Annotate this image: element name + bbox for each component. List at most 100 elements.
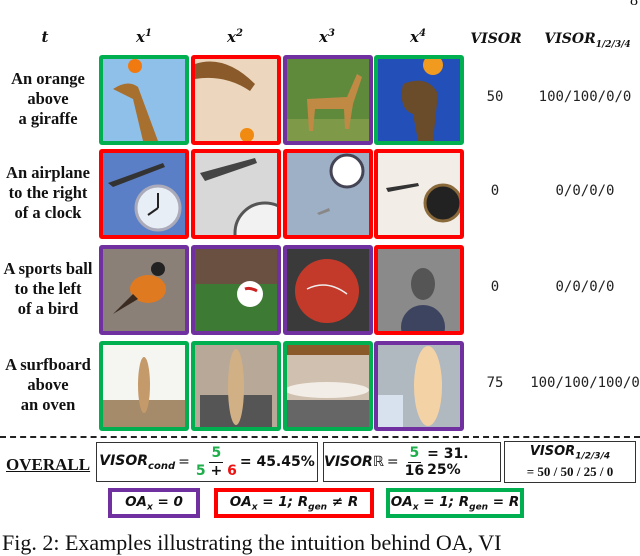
image-thumbnail bbox=[378, 59, 460, 141]
visor-r-result: = 31. 25% bbox=[427, 446, 469, 478]
row-prompt-line: above bbox=[27, 375, 69, 394]
visor-r-denominator: 16 bbox=[404, 462, 425, 479]
row-prompt-line: an oven bbox=[20, 395, 76, 414]
generated-image-clock-on-wall-small-plane bbox=[283, 149, 373, 239]
visor-r-box: VISOR ℝ = 5 16 = 31. 25% bbox=[323, 442, 501, 482]
visor-1234-lhs-base: VISOR bbox=[529, 443, 576, 459]
image-thumbnail bbox=[287, 153, 369, 235]
legend-item-green: OAx = 1; Rgen = R bbox=[386, 488, 524, 518]
legend-eq: = 1; R bbox=[257, 493, 309, 510]
row-prompt-line: to the right bbox=[8, 183, 88, 202]
visor-1234-score: 100/100/0/0 bbox=[538, 89, 632, 105]
visor-cond-numerator: 5 bbox=[209, 444, 224, 463]
generated-image-surfboard-over-oven-horizontal bbox=[283, 341, 373, 431]
header-x2: x2 bbox=[190, 28, 280, 46]
visor-score: 0 bbox=[490, 279, 500, 295]
visor-1234-score: 0/0/0/0 bbox=[555, 279, 615, 295]
visor-1234-score: 0/0/0/0 bbox=[555, 183, 615, 199]
generated-image-red-ball bbox=[283, 245, 373, 335]
legend-oa: OA bbox=[229, 493, 252, 510]
header-x1: x1 bbox=[99, 28, 189, 46]
header-x3: x3 bbox=[282, 28, 372, 46]
row-prompt-line: above bbox=[27, 89, 69, 108]
generated-image-airplane-above-clock bbox=[99, 149, 189, 239]
visor-r-eq: = bbox=[386, 454, 399, 470]
page-number: 8 bbox=[630, 0, 638, 9]
row-prompt-line: to the left bbox=[14, 279, 82, 298]
row-prompt-line: A surfboard bbox=[5, 355, 91, 374]
row-prompt: A sports ball to the left of a bird bbox=[2, 259, 94, 319]
visor-1234-lhs-sub: 1/2/3/4 bbox=[575, 451, 611, 462]
generated-image-surfboard-above-oven bbox=[191, 341, 281, 431]
header-visor-1234-sub: 1/2/3/4 bbox=[595, 39, 631, 50]
generated-image-surfboard-in-kitchen bbox=[99, 341, 189, 431]
header-visor: VISOR bbox=[465, 31, 527, 47]
visor-r-fraction: 5 16 bbox=[405, 445, 424, 480]
image-thumbnail bbox=[195, 249, 277, 331]
header-x4-sup: 4 bbox=[418, 28, 426, 39]
header-x2-sup: 2 bbox=[235, 28, 243, 39]
visor-cond-eq: = bbox=[178, 454, 190, 470]
header-x4: x4 bbox=[373, 28, 463, 46]
image-thumbnail bbox=[378, 345, 460, 427]
header-x1-sup: 1 bbox=[144, 28, 152, 39]
image-thumbnail bbox=[103, 153, 185, 235]
visor-cond-lhs-base: VISOR bbox=[99, 452, 149, 469]
generated-image-giraffe-on-grass bbox=[283, 55, 373, 145]
legend-item-red: OAx = 1; Rgen ≠ R bbox=[214, 488, 374, 518]
visor-cond-fraction: 5 5 + 6 bbox=[196, 445, 237, 480]
image-thumbnail bbox=[287, 59, 369, 141]
legend-text: OAx = 1; Rgen ≠ R bbox=[230, 494, 358, 513]
generated-image-bird-on-ground bbox=[99, 245, 189, 335]
overall-label: OVERALL bbox=[6, 455, 91, 474]
generated-image-surfboard-against-wall bbox=[374, 341, 464, 431]
generated-image-soccer-ball-on-grass bbox=[191, 245, 281, 335]
visor-cond-lhs: VISORcond bbox=[99, 453, 175, 472]
legend-r-sub: gen bbox=[469, 502, 489, 513]
visor-score: 75 bbox=[486, 375, 504, 391]
image-thumbnail bbox=[195, 59, 277, 141]
dashed-divider bbox=[0, 436, 640, 438]
row-prompt-line: An orange bbox=[11, 69, 85, 88]
row-prompt: An orange above a giraffe bbox=[2, 69, 94, 129]
legend-oa: OA bbox=[125, 493, 147, 510]
generated-image-airplane-left-of-clock bbox=[374, 149, 464, 239]
image-thumbnail bbox=[287, 345, 369, 427]
visor-1234-box: VISOR1/2/3/4 = 50 / 50 / 25 / 0 bbox=[504, 441, 636, 483]
header-x3-base: x bbox=[319, 28, 328, 46]
header-x3-sup: 3 bbox=[327, 28, 335, 39]
visor-1234-result: = 50 / 50 / 25 / 0 bbox=[526, 464, 614, 480]
image-thumbnail bbox=[378, 153, 460, 235]
generated-image-giraffe-head-with-orange bbox=[374, 55, 464, 145]
figure-caption: Fig. 2: Examples illustrating the intuit… bbox=[2, 530, 502, 555]
generated-image-bird-on-ball bbox=[374, 245, 464, 335]
legend-eq: = 0 bbox=[152, 493, 183, 510]
image-thumbnail bbox=[103, 59, 185, 141]
header-x1-base: x bbox=[136, 28, 145, 46]
visor-cond-den-b: 6 bbox=[227, 462, 237, 479]
legend-relation: ≠ R bbox=[327, 493, 359, 510]
row-prompt-line: A sports ball bbox=[3, 259, 93, 278]
legend-text: OAx = 1; Rgen = R bbox=[391, 494, 519, 513]
visor-1234-lhs: VISOR1/2/3/4 bbox=[530, 444, 610, 465]
legend-r-sub: gen bbox=[308, 502, 328, 513]
header-t: t bbox=[30, 28, 60, 46]
visor-cond-result: = 45.45% bbox=[239, 454, 315, 470]
row-prompt: A surfboard above an oven bbox=[2, 355, 94, 415]
image-thumbnail bbox=[287, 249, 369, 331]
image-thumbnail bbox=[103, 345, 185, 427]
legend-relation: = R bbox=[488, 493, 520, 510]
image-thumbnail bbox=[378, 249, 460, 331]
visor-score: 50 bbox=[486, 89, 504, 105]
legend-oa: OA bbox=[390, 493, 413, 510]
row-prompt-line: of a clock bbox=[14, 203, 82, 222]
legend-text: OAx = 0 bbox=[125, 494, 183, 513]
visor-cond-den-a: 5 bbox=[195, 462, 206, 479]
generated-image-giraffe-head-above-orange bbox=[191, 55, 281, 145]
visor-cond-den-plus: + bbox=[210, 462, 223, 479]
header-t-label: t bbox=[41, 28, 49, 46]
header-visor-1234-base: VISOR bbox=[544, 31, 596, 47]
legend-eq: = 1; R bbox=[418, 493, 470, 510]
legend-item-purple: OAx = 0 bbox=[108, 488, 200, 518]
image-thumbnail bbox=[195, 153, 277, 235]
